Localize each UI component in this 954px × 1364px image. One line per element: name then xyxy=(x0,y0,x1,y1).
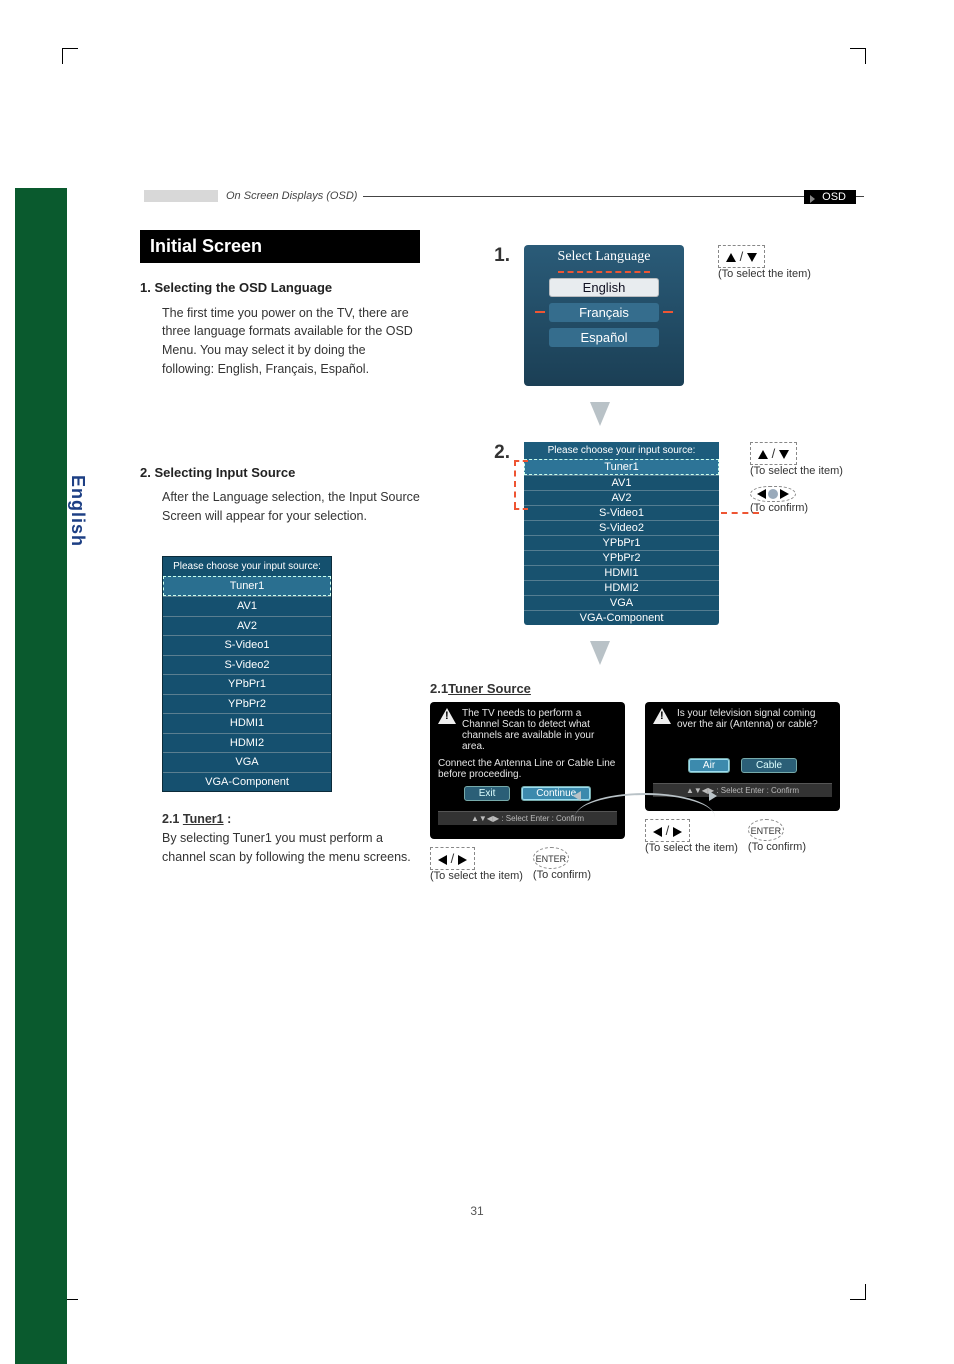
key-hint-confirm: (To confirm) xyxy=(750,502,860,515)
lang-option-english[interactable]: English xyxy=(549,278,659,297)
key-hint-select: (To select the item) xyxy=(430,870,523,883)
input-source-item: AV1 xyxy=(163,596,331,616)
input-source-item: S-Video2 xyxy=(163,655,331,675)
lang-option-francais[interactable]: Français xyxy=(549,303,659,322)
input-source-item[interactable]: YPbPr1 xyxy=(524,535,719,550)
input-source-item[interactable]: HDMI1 xyxy=(524,565,719,580)
section-1-body: The first time you power on the TV, ther… xyxy=(162,304,420,379)
sidebar-green xyxy=(15,188,67,1364)
crop-mark xyxy=(62,48,78,64)
lang-option-espanol[interactable]: Español xyxy=(549,328,659,347)
header-rule xyxy=(363,196,864,197)
nav-enter-key-icon xyxy=(750,486,796,502)
channel-scan-text2: Connect the Antenna Line or Cable Line b… xyxy=(438,758,617,780)
header: On Screen Displays (OSD) xyxy=(144,190,864,202)
input-source-item[interactable]: AV2 xyxy=(524,490,719,505)
input-source-item: Tuner1 xyxy=(163,576,331,597)
page-title: Initial Screen xyxy=(140,230,420,263)
key-hint-select: (To select the item) xyxy=(750,465,860,478)
input-source-item: HDMI1 xyxy=(163,713,331,733)
warning-icon xyxy=(653,708,671,724)
section-1-heading: 1. Selecting the OSD Language xyxy=(140,278,420,298)
input-source-item: VGA xyxy=(163,752,331,772)
channel-scan-text: The TV needs to perform a Channel Scan t… xyxy=(462,708,617,752)
select-language-title: Select Language xyxy=(534,249,674,269)
osd-chip: OSD xyxy=(804,190,856,204)
input-source-item[interactable]: S-Video1 xyxy=(524,505,719,520)
tuner1-body: By selecting Tuner1 you must perform a c… xyxy=(162,829,420,867)
input-source-item[interactable]: HDMI2 xyxy=(524,580,719,595)
enter-key-icon: ENTER xyxy=(533,847,569,869)
air-button[interactable]: Air xyxy=(688,758,730,773)
up-down-key-icon: / xyxy=(718,245,765,268)
warning-icon xyxy=(438,708,456,724)
key-hint-confirm: (To confirm) xyxy=(748,841,806,854)
left-right-key-icon: / xyxy=(645,819,690,842)
input-source-item[interactable]: S-Video2 xyxy=(524,520,719,535)
key-hint-select: (To select the item) xyxy=(645,842,738,855)
language-tab: English xyxy=(67,475,88,547)
right-column: 1. Select Language English Français Espa… xyxy=(430,245,860,913)
input-source-list-header: Please choose your input source: xyxy=(163,557,331,576)
arrow-down-icon xyxy=(590,402,610,426)
input-source-item: S-Video1 xyxy=(163,635,331,655)
input-source-item[interactable]: Tuner1 xyxy=(524,459,719,475)
signal-type-text: Is your television signal coming over th… xyxy=(677,708,832,730)
dialog-footer: ▲▼◀▶ : Select Enter : Confirm xyxy=(653,783,832,797)
input-source-item[interactable]: YPbPr2 xyxy=(524,550,719,565)
header-accent xyxy=(144,190,218,202)
input-source-item: HDMI2 xyxy=(163,733,331,753)
exit-button[interactable]: Exit xyxy=(464,786,511,801)
select-language-panel: Select Language English Français Español xyxy=(524,245,684,386)
crop-mark xyxy=(850,48,866,64)
channel-scan-dialog: The TV needs to perform a Channel Scan t… xyxy=(430,702,625,839)
input-source-item[interactable]: AV1 xyxy=(524,475,719,490)
input-source-list-small: Please choose your input source: Tuner1 … xyxy=(162,556,332,793)
input-source-item: YPbPr2 xyxy=(163,694,331,714)
key-hint-select: (To select the item) xyxy=(718,268,811,281)
page-number: 31 xyxy=(470,1204,483,1218)
input-source-item: YPbPr1 xyxy=(163,674,331,694)
left-right-key-icon: / xyxy=(430,847,475,870)
input-source-list-big: Please choose your input source: Tuner1 … xyxy=(524,442,719,625)
step-number-2: 2. xyxy=(494,442,510,463)
section-2-body: After the Language selection, the Input … xyxy=(162,488,420,526)
arrow-down-icon xyxy=(590,641,610,665)
section-2-1-heading: 2.1 Tuner Source xyxy=(430,681,531,696)
input-source-item[interactable]: VGA xyxy=(524,595,719,610)
input-source-item: AV2 xyxy=(163,616,331,636)
enter-key-icon: ENTER xyxy=(748,819,784,841)
section-2-heading: 2. Selecting Input Source xyxy=(140,463,420,483)
cable-button[interactable]: Cable xyxy=(741,758,797,773)
breadcrumb: On Screen Displays (OSD) xyxy=(226,190,357,202)
input-source-item: VGA-Component xyxy=(163,772,331,792)
step-number-1: 1. xyxy=(494,245,510,266)
input-source-list-header: Please choose your input source: xyxy=(524,442,719,459)
tuner1-label: 2.1 Tuner1 : xyxy=(162,812,231,826)
input-source-item[interactable]: VGA-Component xyxy=(524,610,719,625)
key-hint-confirm: (To confirm) xyxy=(533,869,591,882)
left-column: 1. Selecting the OSD Language The first … xyxy=(140,278,420,866)
crop-mark xyxy=(850,1284,866,1300)
up-down-key-icon: / xyxy=(750,442,797,465)
